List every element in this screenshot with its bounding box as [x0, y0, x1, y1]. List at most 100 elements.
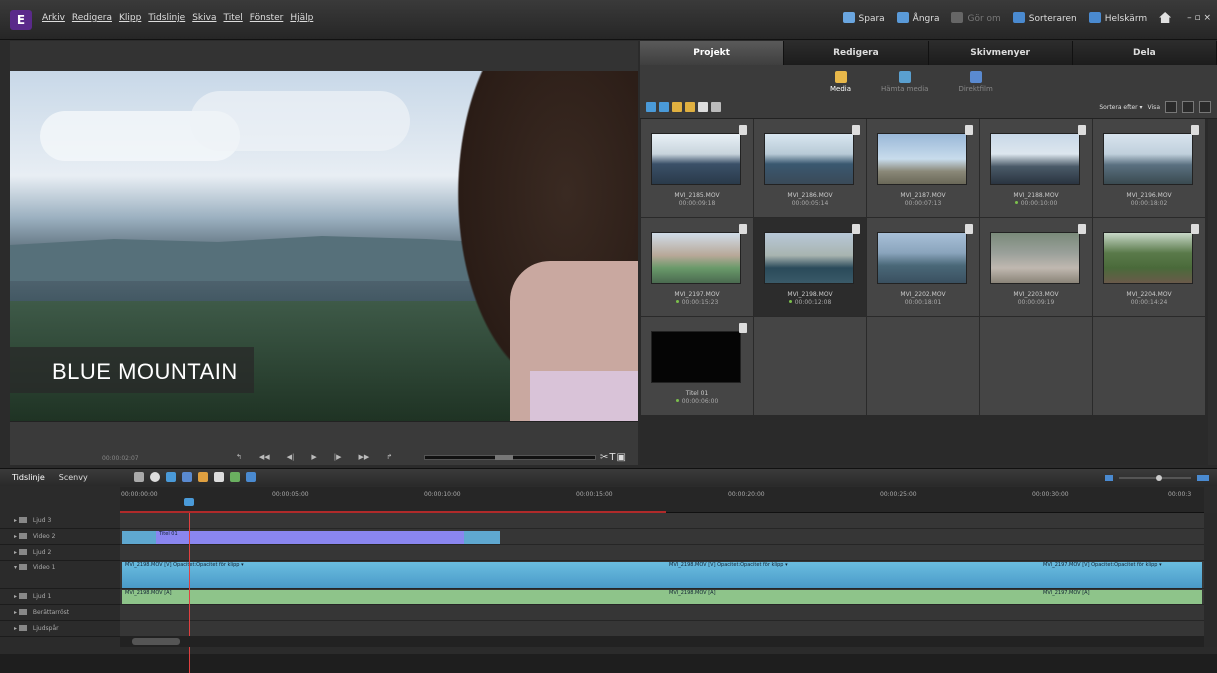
- undo-button[interactable]: Ångra: [896, 12, 939, 24]
- media-item[interactable]: MVI_2203.MOV 00:00:09:19: [980, 218, 1092, 316]
- track-header-audio1[interactable]: ▸ Ljud 1: [0, 589, 120, 605]
- track-narration[interactable]: [120, 605, 1204, 621]
- track-header-video1[interactable]: ▾ Video 1: [0, 561, 120, 589]
- media-item[interactable]: MVI_2187.MOV 00:00:07:13: [867, 119, 979, 217]
- track-soundtrack[interactable]: [120, 621, 1204, 637]
- zoom-slider-thumb[interactable]: [1156, 475, 1162, 481]
- subtab-instant-movie[interactable]: Direktfilm: [958, 71, 993, 93]
- media-item[interactable]: MVI_2197.MOV 00:00:15:23: [641, 218, 753, 316]
- timeline-vertical-scrollbar[interactable]: [1204, 513, 1217, 647]
- monitor-scrubber[interactable]: [424, 455, 596, 460]
- media-item[interactable]: MVI_2188.MOV 00:00:10:00: [980, 119, 1092, 217]
- fast-forward-icon[interactable]: ▶▶: [359, 453, 370, 461]
- tab-dela[interactable]: Dela: [1072, 41, 1217, 65]
- track-header-soundtrack[interactable]: ▸ Ljudspår: [0, 621, 120, 637]
- go-to-start-icon[interactable]: ↰: [236, 453, 242, 461]
- transitions-icon[interactable]: [198, 472, 208, 482]
- track-header-audio3[interactable]: ▸ Ljud 3: [0, 513, 120, 529]
- fullscreen-button[interactable]: Helskärm: [1088, 12, 1147, 24]
- text-tool-icon[interactable]: T: [609, 452, 616, 463]
- media-item[interactable]: MVI_2198.MOV 00:00:12:08: [754, 218, 866, 316]
- zoom-in-icon[interactable]: [1197, 475, 1209, 481]
- timeline-horizontal-scrollbar[interactable]: [120, 636, 1204, 647]
- select-tool-icon[interactable]: [134, 472, 144, 482]
- home-button[interactable]: [1159, 12, 1175, 24]
- menu-arkiv[interactable]: Arkiv: [42, 13, 65, 23]
- media-item[interactable]: MVI_2204.MOV 00:00:14:24: [1093, 218, 1205, 316]
- media-item[interactable]: MVI_2196.MOV 00:00:18:02: [1093, 119, 1205, 217]
- view-toggle-button[interactable]: [1165, 101, 1177, 113]
- delete-icon[interactable]: [711, 102, 721, 112]
- effects-icon[interactable]: [182, 472, 192, 482]
- title-overlay[interactable]: BLUE MOUNTAIN: [10, 347, 254, 393]
- title-clip[interactable]: Titel 01: [156, 531, 464, 544]
- audio-clip[interactable]: MVI_2198.MOV [A]: [666, 590, 1040, 604]
- window-controls[interactable]: – ▫ ×: [1187, 13, 1211, 23]
- view-audio-button[interactable]: [1182, 101, 1194, 113]
- track-video1[interactable]: MVI_2198.MOV [V] Opacitet:Opacitet för k…: [120, 561, 1204, 589]
- track-header-audio2[interactable]: ▸ Ljud 2: [0, 545, 120, 561]
- track-header-video2[interactable]: ▸ Video 2: [0, 529, 120, 545]
- new-folder-icon[interactable]: [672, 102, 682, 112]
- redo-button[interactable]: Gör om: [951, 12, 1001, 24]
- scrubber-thumb[interactable]: [495, 455, 513, 460]
- track-audio1[interactable]: MVI_2198.MOV [A] MVI_2198.MOV [A] MVI_21…: [120, 589, 1204, 605]
- menu-klipp[interactable]: Klipp: [119, 13, 141, 23]
- smartfix-icon[interactable]: [150, 472, 160, 482]
- rewind-icon[interactable]: ◀◀: [259, 453, 270, 461]
- current-timecode[interactable]: 00:00:02:07: [102, 455, 139, 462]
- list-view-icon[interactable]: [646, 102, 656, 112]
- media-item[interactable]: MVI_2185.MOV 00:00:09:18: [641, 119, 753, 217]
- media-scrollbar[interactable]: [1208, 119, 1217, 465]
- audio-clip[interactable]: MVI_2198.MOV [A]: [122, 590, 666, 604]
- view-image-button[interactable]: [1199, 101, 1211, 113]
- sorter-button[interactable]: Sorteraren: [1012, 12, 1077, 24]
- timeline-zoom-slider[interactable]: [1105, 474, 1209, 482]
- themes-icon[interactable]: [214, 472, 224, 482]
- audio-clip[interactable]: MVI_2197.MOV [A]: [1040, 590, 1202, 604]
- scrollbar-thumb[interactable]: [132, 638, 180, 645]
- video-clip[interactable]: MVI_2198.MOV [V] Opacitet:Opacitet för k…: [122, 562, 666, 588]
- video-clip[interactable]: MVI_2198.MOV [V] Opacitet:Opacitet för k…: [666, 562, 1040, 588]
- menu-fonster[interactable]: Fönster: [250, 13, 284, 23]
- media-item[interactable]: MVI_2186.MOV 00:00:05:14: [754, 119, 866, 217]
- audio-mixer-icon[interactable]: [230, 472, 240, 482]
- menu-hjalp[interactable]: Hjälp: [290, 13, 313, 23]
- play-icon[interactable]: ▶: [311, 453, 316, 461]
- tab-redigera[interactable]: Redigera: [784, 41, 929, 65]
- tab-projekt[interactable]: Projekt: [640, 41, 785, 65]
- playhead-handle[interactable]: [184, 498, 194, 506]
- tab-tidslinje[interactable]: Tidslinje: [12, 473, 45, 482]
- transition-clip[interactable]: [464, 531, 500, 544]
- marker-icon[interactable]: [246, 472, 256, 482]
- step-back-icon[interactable]: ◀|: [287, 453, 295, 461]
- transition-clip[interactable]: [122, 531, 156, 544]
- track-video2[interactable]: Titel 01: [120, 529, 1204, 545]
- media-item[interactable]: Titel 01 00:00:06:00: [641, 317, 753, 415]
- subtab-get-media[interactable]: Hämta media: [881, 71, 928, 93]
- tab-skivmenyer[interactable]: Skivmenyer: [928, 41, 1073, 65]
- go-to-end-icon[interactable]: ↱: [386, 453, 392, 461]
- menu-titel[interactable]: Titel: [223, 13, 242, 23]
- sort-dropdown[interactable]: Sortera efter ▾: [1099, 104, 1142, 111]
- zoom-out-icon[interactable]: [1105, 475, 1113, 481]
- scissors-icon[interactable]: ✂: [600, 452, 609, 463]
- motion-tracking-icon[interactable]: [166, 472, 176, 482]
- menu-redigera[interactable]: Redigera: [72, 13, 112, 23]
- tab-scenvy[interactable]: Scenvy: [59, 473, 88, 482]
- time-ruler[interactable]: 00:00:00:00 00:00:05:00 00:00:10:00 00:0…: [120, 487, 1204, 513]
- step-forward-icon[interactable]: |▶: [334, 453, 342, 461]
- snapshot-icon[interactable]: ▣: [617, 452, 627, 463]
- menu-skiva[interactable]: Skiva: [192, 13, 216, 23]
- video-clip[interactable]: MVI_2197.MOV [V] Opacitet:Opacitet för k…: [1040, 562, 1202, 588]
- folder-icon[interactable]: [685, 102, 695, 112]
- new-item-icon[interactable]: [698, 102, 708, 112]
- track-header-narration[interactable]: ▸ Berättarröst: [0, 605, 120, 621]
- track-audio2[interactable]: [120, 545, 1204, 561]
- save-button[interactable]: Spara: [842, 12, 885, 24]
- subtab-media[interactable]: Media: [830, 71, 851, 93]
- icon-view-icon[interactable]: [659, 102, 669, 112]
- video-preview[interactable]: BLUE MOUNTAIN: [10, 71, 638, 421]
- track-audio3[interactable]: [120, 513, 1204, 529]
- media-item[interactable]: MVI_2202.MOV 00:00:18:01: [867, 218, 979, 316]
